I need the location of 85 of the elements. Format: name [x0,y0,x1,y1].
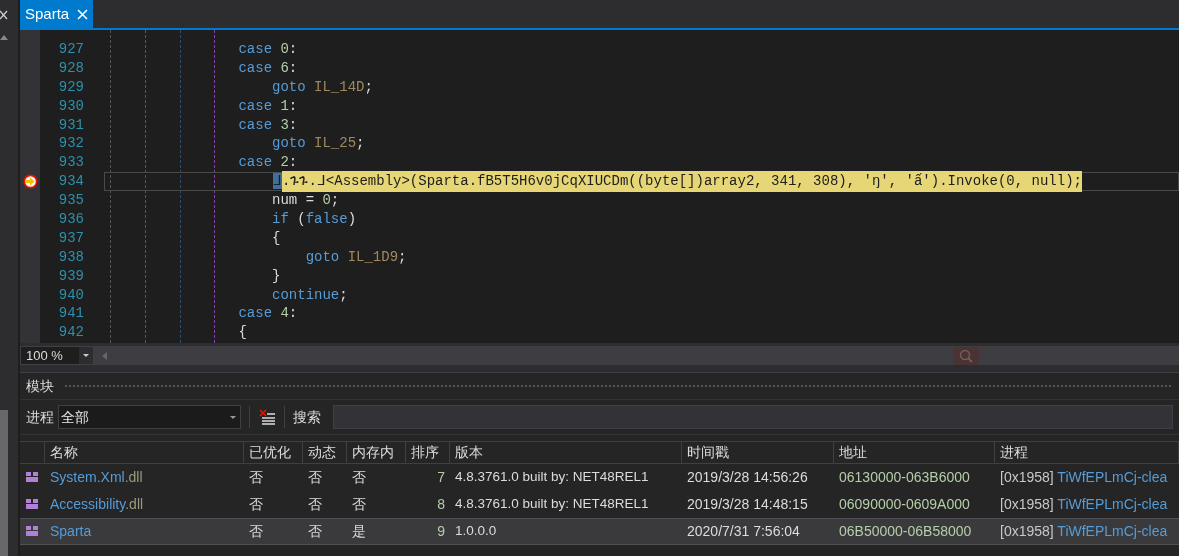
line-number: 934 [57,172,84,192]
code-line: goto IL_14D; [271,77,373,97]
table-cell-text: 06130000-063B6000 [838,468,971,487]
table-cell-text: 06090000-0609A000 [838,495,971,514]
code-line: case 6: [237,58,298,78]
table-cell-text: 1.0.0.0 [454,522,498,541]
table-cell-text: 2019/3/28 14:48:15 [686,495,809,514]
line-number: 935 [57,191,84,211]
process-cell-text: [0x1958] TiWfEPLmCj-clea [999,468,1169,487]
close-icon[interactable] [0,10,8,20]
code-line: if (false) [271,210,357,229]
process-label: 进程 [26,407,54,427]
table-cell-text: 7 [436,468,446,487]
process-dropdown[interactable]: 全部 [58,405,241,429]
process-cell-text: [0x1958] TiWfEPLmCj-clea [999,495,1169,514]
line-number: 927 [57,39,84,59]
code-line: continue; [271,285,348,305]
code-line: num = 0; [271,191,340,210]
code-line: case 1: [237,96,298,116]
code-line: case 2: [237,153,298,173]
scrollbar-thumb[interactable] [0,410,8,556]
code-line: } [271,266,281,286]
table-cell-text: 否 [248,495,264,514]
table-cell-text: 4.8.3761.0 built by: NET48REL1 [454,495,650,514]
line-number: 942 [57,323,84,343]
table-cell-text: 否 [351,495,367,514]
column-header[interactable]: 时间戳 [682,442,834,463]
module-icon [26,526,39,537]
table-cell-text: 8 [436,495,446,514]
table-cell-text: 2019/3/28 14:56:26 [686,468,809,487]
process-cell-text: [0x1958] TiWfEPLmCj-clea [999,522,1169,541]
line-number: 937 [57,228,84,248]
column-header[interactable]: 动态 [303,442,347,463]
table-cell-text: 是 [351,522,367,541]
zoom-dropdown[interactable]: 100 % [20,346,94,365]
panel-title: 模块 [26,376,54,396]
table-cell-text: 否 [248,522,264,541]
table-cell-text: 2020/7/31 7:56:04 [686,522,801,541]
column-header[interactable]: 排序 [406,442,450,463]
module-row[interactable]: Sparta 否 否 是 9 1.0.0.0 2020/7/31 7:56:04 06B50000-06B58000 [0x1958] TiWfEPLmCj-clea [20,518,1179,545]
code-line: case 4: [237,304,298,324]
scroll-up-icon[interactable] [0,34,8,40]
code-line: { [237,323,247,343]
line-number: 933 [57,153,84,173]
search-field[interactable] [333,405,1173,429]
module-name: System.Xml.dll [49,468,144,487]
table-cell-text: 4.8.3761.0 built by: NET48REL1 [454,468,650,487]
line-number: 929 [57,77,84,97]
code-line: case 3: [237,115,298,135]
column-header[interactable]: 版本 [450,442,682,463]
clear-list-icon[interactable] [258,408,276,426]
table-cell-text: 否 [307,495,323,514]
line-number: 931 [57,115,84,135]
line-number: 938 [57,247,84,267]
caret-icon [79,347,93,364]
table-cell-text: 否 [248,468,264,487]
line-number: 928 [57,58,84,78]
table-cell-text: 否 [307,468,323,487]
line-number: 936 [57,209,84,229]
column-header[interactable]: 地址 [834,442,995,463]
table-cell-text: 否 [307,522,323,541]
table-cell-text: 06B50000-06B58000 [838,522,973,541]
column-header[interactable]: 已优化 [244,442,303,463]
code-line: goto IL_25; [271,134,365,154]
table-cell-text: 否 [351,468,367,487]
column-header[interactable]: 进程 [995,442,1179,463]
module-icon [26,499,39,510]
line-number: 941 [57,304,84,324]
column-header[interactable]: 内存内 [347,442,406,463]
code-line: goto IL_1D9; [304,247,407,267]
module-name: Sparta [49,522,93,541]
code-line: case 0: [237,40,298,59]
line-number: 930 [57,96,84,116]
module-icon [26,472,39,483]
table-cell-text: 9 [436,522,446,541]
line-number: 940 [57,285,84,305]
line-number: 932 [57,134,84,154]
line-number: 939 [57,266,84,286]
search-label: 搜索 [293,407,321,427]
module-row[interactable]: System.Xml.dll 否 否 否 7 4.8.3761.0 built by: NET48REL1 2019/3/28 14:56:26 06130000-063B6000 [0x1958] TiWfEPLmCj-clea [20,464,1179,491]
document-tab[interactable]: Sparta [20,0,94,28]
module-row[interactable]: Accessibility.dll 否 否 否 8 4.8.3761.0 built by: NET48REL1 2019/3/28 14:48:15 06090000-0609A000 [0x1958] TiWfEPLmCj-clea [20,491,1179,518]
code-line: { [271,228,281,248]
column-header[interactable]: 名称 [45,442,244,463]
module-name: Accessibility.dll [49,495,145,514]
